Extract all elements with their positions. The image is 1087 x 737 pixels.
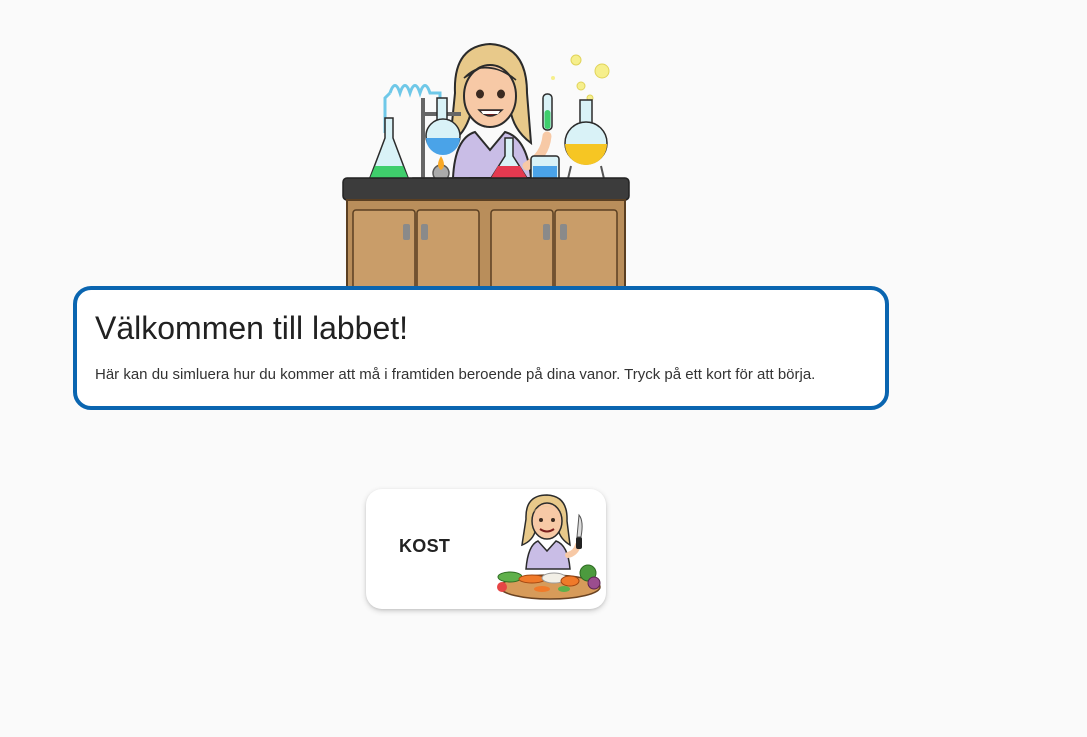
kost-card[interactable]: KOST [366,489,606,609]
welcome-description: Här kan du simluera hur du kommer att må… [95,366,816,383]
page: Välkommen till labbet! Här kan du simlue… [0,0,1087,737]
chef-avatar-icon [492,493,604,605]
welcome-card: Välkommen till labbet! Här kan du simlue… [73,286,889,410]
welcome-title: Välkommen till labbet! [95,310,409,346]
scientist-illustration-icon [335,38,635,290]
kost-card-label: KOST [399,536,451,556]
